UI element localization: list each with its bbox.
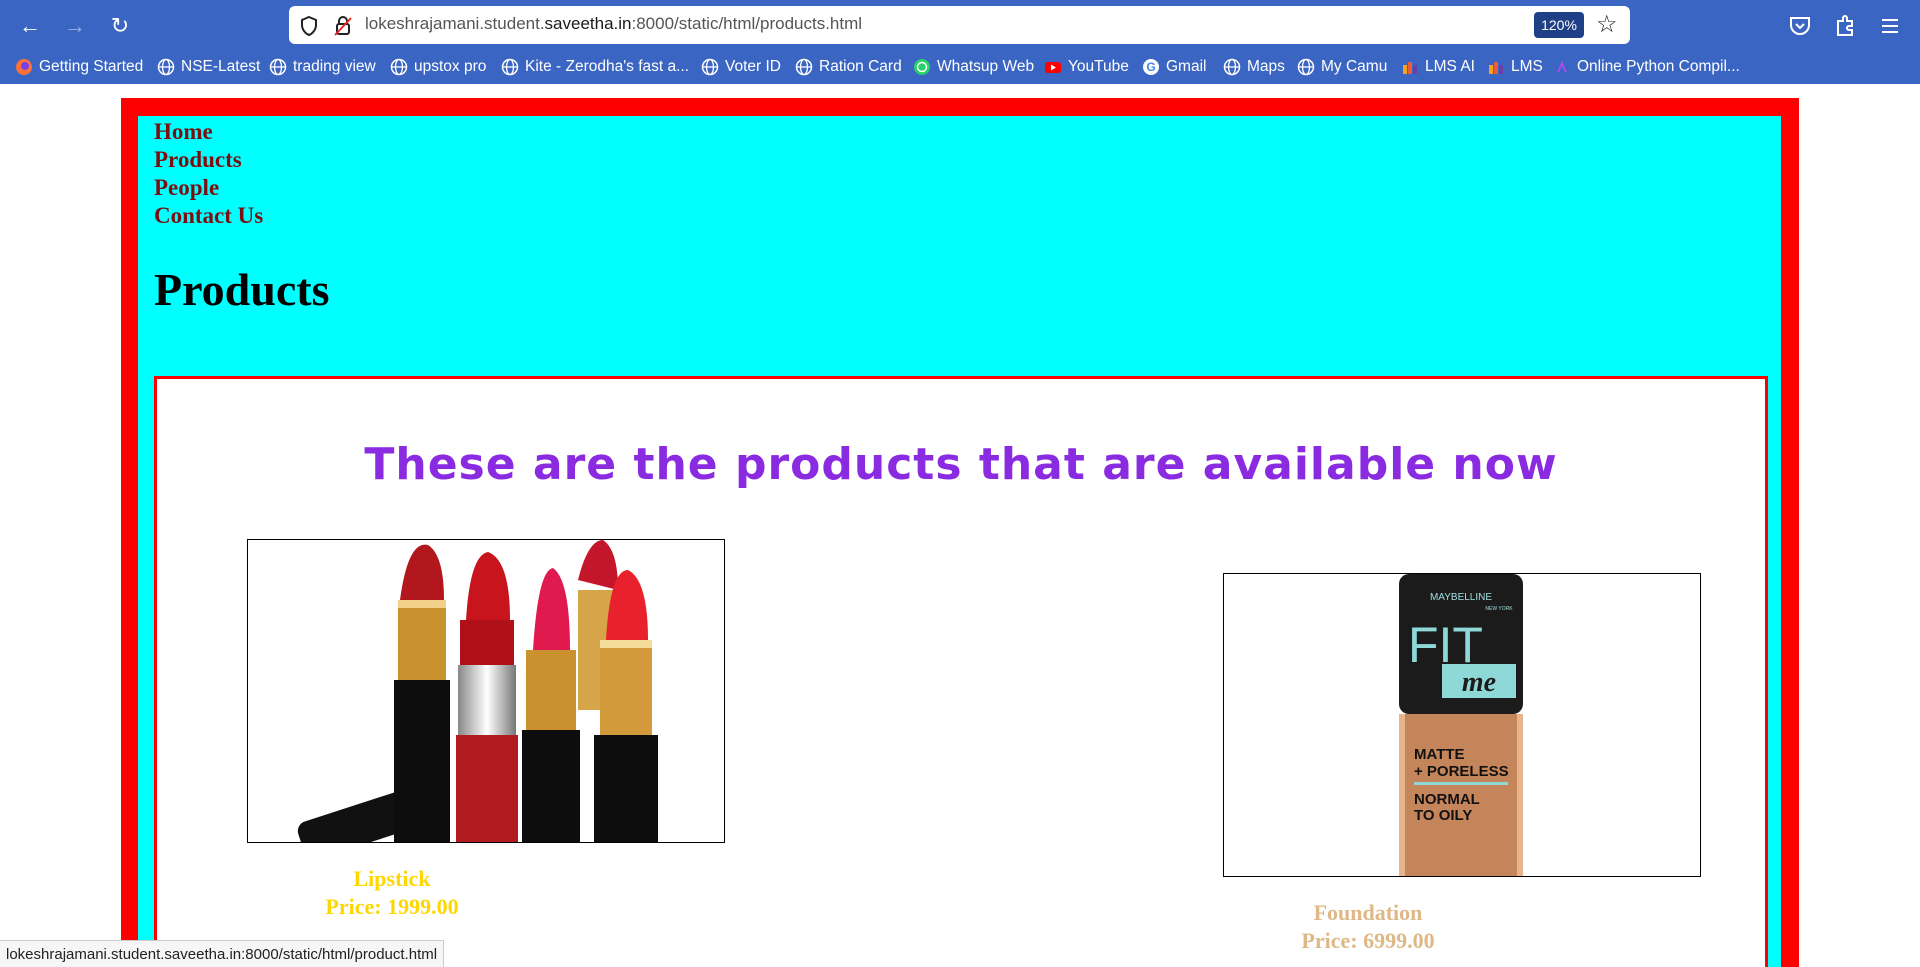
bookmark-gmail[interactable]: G Gmail: [1142, 58, 1206, 76]
globe-icon: [701, 58, 719, 76]
firefox-icon: [16, 59, 32, 75]
menu-link-people[interactable]: People: [154, 174, 263, 202]
lipstick-image[interactable]: [247, 539, 725, 843]
bookmarks-bar: Getting Started NSE-Latest trading view …: [0, 52, 1920, 84]
product-name[interactable]: Lipstick: [292, 865, 492, 893]
bookmark-star-icon[interactable]: ☆: [1596, 10, 1618, 39]
me-text: me: [1462, 667, 1496, 698]
page-title: Products: [154, 264, 330, 315]
lms-icon: [1403, 62, 1417, 74]
zoom-badge[interactable]: 120%: [1534, 12, 1584, 38]
forward-icon[interactable]: →: [61, 12, 89, 40]
bookmark-getting-started[interactable]: Getting Started: [15, 58, 143, 76]
globe-icon: [157, 58, 175, 76]
reload-icon[interactable]: ↻: [106, 12, 134, 40]
label-line3: NORMAL: [1414, 791, 1480, 808]
bookmark-lms[interactable]: LMS: [1487, 58, 1543, 76]
bookmark-maps[interactable]: Maps: [1223, 58, 1285, 76]
globe-icon: [269, 58, 287, 76]
python-icon: [1557, 61, 1567, 72]
label-line1: MATTE: [1414, 746, 1465, 763]
bookmark-kite-zerodha[interactable]: Kite - Zerodha's fast a...: [501, 58, 689, 76]
google-icon: G: [1143, 59, 1159, 75]
status-bar-link-preview: lokeshrajamani.student.saveetha.in:8000/…: [0, 940, 445, 967]
lipstick-caption: Lipstick Price: 1999.00: [292, 865, 492, 921]
bookmark-trading-view[interactable]: trading view: [269, 58, 376, 76]
menu-link-home[interactable]: Home: [154, 118, 263, 146]
shield-icon[interactable]: [299, 15, 319, 37]
bookmark-youtube[interactable]: YouTube: [1044, 58, 1129, 76]
menu-icon[interactable]: [1876, 12, 1904, 40]
globe-icon: [390, 58, 408, 76]
foundation-image[interactable]: MAYBELLINE NEW YORK FIT me MATTE + POREL…: [1223, 573, 1701, 877]
bookmark-online-python[interactable]: Online Python Compil...: [1553, 58, 1740, 76]
menu-link-contact-us[interactable]: Contact Us: [154, 202, 263, 230]
brand-sub-text: NEW YORK: [1485, 606, 1513, 612]
menu-link-products[interactable]: Products: [154, 146, 263, 174]
url-text[interactable]: lokeshrajamani.student.saveetha.in:8000/…: [365, 14, 862, 34]
globe-icon: [1297, 58, 1315, 76]
bookmark-nse-latest[interactable]: NSE-Latest: [157, 58, 260, 76]
brand-text: MAYBELLINE: [1430, 592, 1492, 603]
globe-icon: [501, 58, 519, 76]
bookmark-upstox-pro[interactable]: upstox pro: [390, 58, 486, 76]
pocket-icon[interactable]: [1786, 12, 1814, 40]
globe-icon: [795, 58, 813, 76]
youtube-icon: [1045, 62, 1061, 73]
svg-text:G: G: [1146, 60, 1155, 74]
bookmark-ration-card[interactable]: Ration Card: [795, 58, 902, 76]
site-menu: Home Products People Contact Us: [154, 118, 263, 230]
bookmark-lms-ai[interactable]: LMS AI: [1401, 58, 1475, 76]
foundation-caption: Foundation Price: 6999.00: [1268, 899, 1468, 955]
insecure-lock-icon[interactable]: [333, 15, 353, 37]
browser-toolbar: ← → ↻ lokeshrajamani.student.saveetha.in…: [0, 0, 1920, 84]
back-icon[interactable]: ←: [16, 12, 44, 40]
extensions-icon[interactable]: [1831, 12, 1859, 40]
globe-icon: [1223, 58, 1241, 76]
lms-icon: [1489, 62, 1503, 74]
bookmark-voter-id[interactable]: Voter ID: [701, 58, 781, 76]
product-name[interactable]: Foundation: [1268, 899, 1468, 927]
product-price: Price: 6999.00: [1301, 928, 1435, 953]
address-bar[interactable]: lokeshrajamani.student.saveetha.in:8000/…: [289, 6, 1630, 44]
bookmark-whatsup-web[interactable]: Whatsup Web: [913, 58, 1034, 76]
label-line2: + PORELESS: [1414, 763, 1509, 780]
products-headline: These are the products that are availabl…: [364, 439, 1558, 490]
whatsapp-icon: [914, 59, 930, 75]
bookmark-my-camu[interactable]: My Camu: [1297, 58, 1387, 76]
product-price: Price: 1999.00: [325, 894, 459, 919]
label-line4: TO OILY: [1414, 807, 1472, 824]
